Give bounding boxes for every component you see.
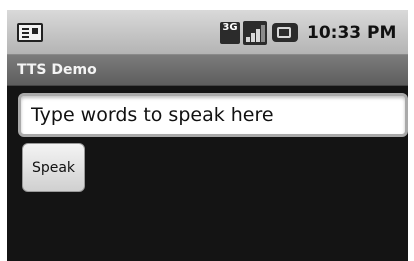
- speak-text-input[interactable]: [18, 93, 408, 137]
- status-clock: 10:33 PM: [307, 23, 397, 43]
- battery-icon: [272, 23, 298, 42]
- app-title-bar: TTS Demo: [7, 55, 408, 86]
- app-title: TTS Demo: [17, 62, 97, 78]
- signal-bars-icon: [243, 21, 267, 45]
- notification-icon[interactable]: [17, 23, 43, 42]
- network-type-icon: 3G: [220, 22, 240, 44]
- device-screen: 3G 10:33 PM TTS Demo Speak: [7, 10, 408, 261]
- speak-button[interactable]: Speak: [22, 143, 85, 192]
- status-bar: 3G 10:33 PM: [7, 10, 408, 55]
